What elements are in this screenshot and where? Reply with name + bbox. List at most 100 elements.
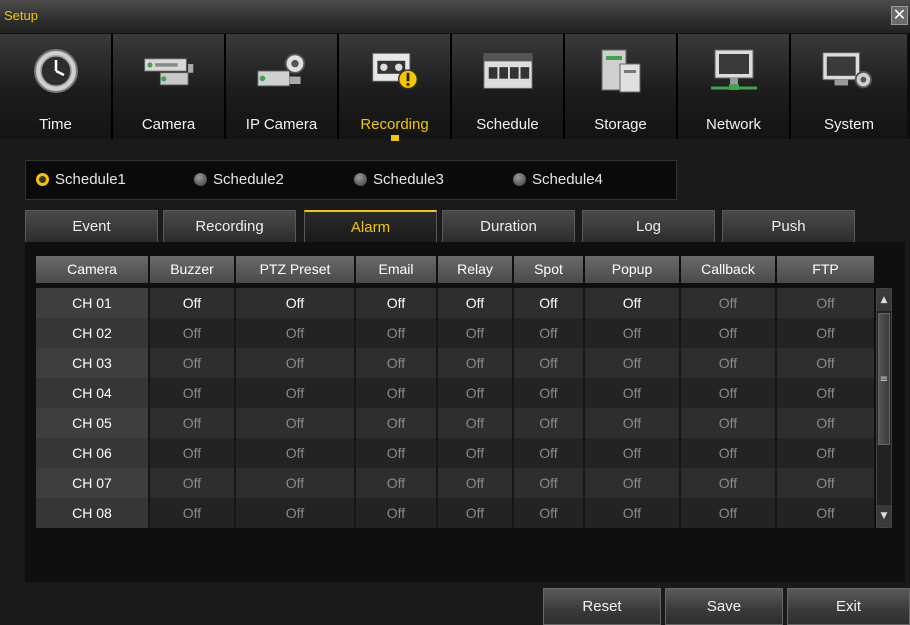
table-cell[interactable]: Off xyxy=(438,318,514,348)
menu-item-time[interactable]: Time xyxy=(0,34,113,139)
table-cell[interactable]: Off xyxy=(681,348,777,378)
table-cell[interactable]: Off xyxy=(585,288,681,318)
exit-button[interactable]: Exit xyxy=(787,588,910,625)
table-cell[interactable]: Off xyxy=(681,378,777,408)
table-cell[interactable]: Off xyxy=(356,468,438,498)
table-cell[interactable]: Off xyxy=(150,468,236,498)
menu-item-recording[interactable]: Recording xyxy=(339,34,452,141)
table-cell[interactable]: Off xyxy=(777,408,874,438)
table-cell[interactable]: Off xyxy=(150,288,236,318)
table-cell[interactable]: Off xyxy=(585,438,681,468)
table-cell[interactable]: Off xyxy=(438,498,514,528)
column-header[interactable]: Callback xyxy=(681,256,777,283)
table-cell[interactable]: Off xyxy=(514,438,585,468)
table-cell[interactable]: Off xyxy=(150,318,236,348)
table-cell[interactable]: Off xyxy=(356,408,438,438)
table-cell[interactable]: Off xyxy=(150,408,236,438)
table-cell[interactable]: Off xyxy=(514,348,585,378)
column-header[interactable]: Relay xyxy=(438,256,514,283)
table-cell[interactable]: Off xyxy=(438,468,514,498)
column-header[interactable]: Popup xyxy=(585,256,681,283)
menu-item-storage[interactable]: Storage xyxy=(565,34,678,139)
radio-schedule2[interactable]: Schedule2 xyxy=(194,171,284,188)
reset-button[interactable]: Reset xyxy=(543,588,661,625)
camera-cell[interactable]: CH 08 xyxy=(36,498,150,528)
camera-cell[interactable]: CH 03 xyxy=(36,348,150,378)
radio-schedule1[interactable]: Schedule1 xyxy=(36,171,126,188)
menu-item-network[interactable]: Network xyxy=(678,34,791,139)
table-cell[interactable]: Off xyxy=(236,288,356,318)
table-cell[interactable]: Off xyxy=(585,318,681,348)
table-cell[interactable]: Off xyxy=(514,408,585,438)
table-cell[interactable]: Off xyxy=(356,498,438,528)
table-cell[interactable]: Off xyxy=(514,468,585,498)
camera-cell[interactable]: CH 07 xyxy=(36,468,150,498)
table-cell[interactable]: Off xyxy=(681,498,777,528)
tab-push[interactable]: Push xyxy=(722,210,855,242)
column-header[interactable]: Camera xyxy=(36,256,150,283)
scroll-down-arrow-icon[interactable]: ▼ xyxy=(877,505,891,527)
table-cell[interactable]: Off xyxy=(438,288,514,318)
table-cell[interactable]: Off xyxy=(777,438,874,468)
table-cell[interactable]: Off xyxy=(585,498,681,528)
table-cell[interactable]: Off xyxy=(150,438,236,468)
radio-schedule4[interactable]: Schedule4 xyxy=(513,171,603,188)
table-cell[interactable]: Off xyxy=(236,498,356,528)
table-cell[interactable]: Off xyxy=(236,348,356,378)
camera-cell[interactable]: CH 01 xyxy=(36,288,150,318)
table-cell[interactable]: Off xyxy=(236,468,356,498)
tab-duration[interactable]: Duration xyxy=(442,210,575,242)
table-cell[interactable]: Off xyxy=(514,288,585,318)
table-cell[interactable]: Off xyxy=(514,318,585,348)
table-cell[interactable]: Off xyxy=(236,318,356,348)
column-header[interactable]: PTZ Preset xyxy=(236,256,356,283)
table-cell[interactable]: Off xyxy=(585,378,681,408)
table-cell[interactable]: Off xyxy=(777,348,874,378)
table-cell[interactable]: Off xyxy=(356,378,438,408)
table-cell[interactable]: Off xyxy=(438,438,514,468)
close-button[interactable]: ✕ xyxy=(891,6,908,25)
column-header[interactable]: Spot xyxy=(514,256,585,283)
table-cell[interactable]: Off xyxy=(438,378,514,408)
table-cell[interactable]: Off xyxy=(236,378,356,408)
table-cell[interactable]: Off xyxy=(150,348,236,378)
table-cell[interactable]: Off xyxy=(438,408,514,438)
column-header[interactable]: FTP xyxy=(777,256,874,283)
table-cell[interactable]: Off xyxy=(356,438,438,468)
table-cell[interactable]: Off xyxy=(514,378,585,408)
table-cell[interactable]: Off xyxy=(356,318,438,348)
column-header[interactable]: Email xyxy=(356,256,438,283)
table-cell[interactable]: Off xyxy=(356,288,438,318)
table-cell[interactable]: Off xyxy=(681,468,777,498)
table-cell[interactable]: Off xyxy=(585,468,681,498)
table-cell[interactable]: Off xyxy=(236,408,356,438)
table-cell[interactable]: Off xyxy=(150,378,236,408)
save-button[interactable]: Save xyxy=(665,588,783,625)
table-cell[interactable]: Off xyxy=(777,468,874,498)
table-cell[interactable]: Off xyxy=(681,318,777,348)
table-cell[interactable]: Off xyxy=(777,288,874,318)
scroll-up-arrow-icon[interactable]: ▲ xyxy=(877,289,891,311)
table-cell[interactable]: Off xyxy=(777,498,874,528)
table-cell[interactable]: Off xyxy=(514,498,585,528)
menu-item-camera[interactable]: Camera xyxy=(113,34,226,139)
camera-cell[interactable]: CH 04 xyxy=(36,378,150,408)
radio-schedule3[interactable]: Schedule3 xyxy=(354,171,444,188)
table-cell[interactable]: Off xyxy=(777,378,874,408)
tab-event[interactable]: Event xyxy=(25,210,158,242)
camera-cell[interactable]: CH 02 xyxy=(36,318,150,348)
column-header[interactable]: Buzzer xyxy=(150,256,236,283)
tab-log[interactable]: Log xyxy=(582,210,715,242)
tab-alarm[interactable]: Alarm xyxy=(304,210,437,242)
table-cell[interactable]: Off xyxy=(356,348,438,378)
table-cell[interactable]: Off xyxy=(681,288,777,318)
table-cell[interactable]: Off xyxy=(681,408,777,438)
camera-cell[interactable]: CH 06 xyxy=(36,438,150,468)
table-cell[interactable]: Off xyxy=(585,408,681,438)
table-cell[interactable]: Off xyxy=(681,438,777,468)
menu-item-schedule[interactable]: Schedule xyxy=(452,34,565,139)
tab-recording[interactable]: Recording xyxy=(163,210,296,242)
table-cell[interactable]: Off xyxy=(236,438,356,468)
camera-cell[interactable]: CH 05 xyxy=(36,408,150,438)
menu-item-ip-camera[interactable]: IP Camera xyxy=(226,34,339,139)
